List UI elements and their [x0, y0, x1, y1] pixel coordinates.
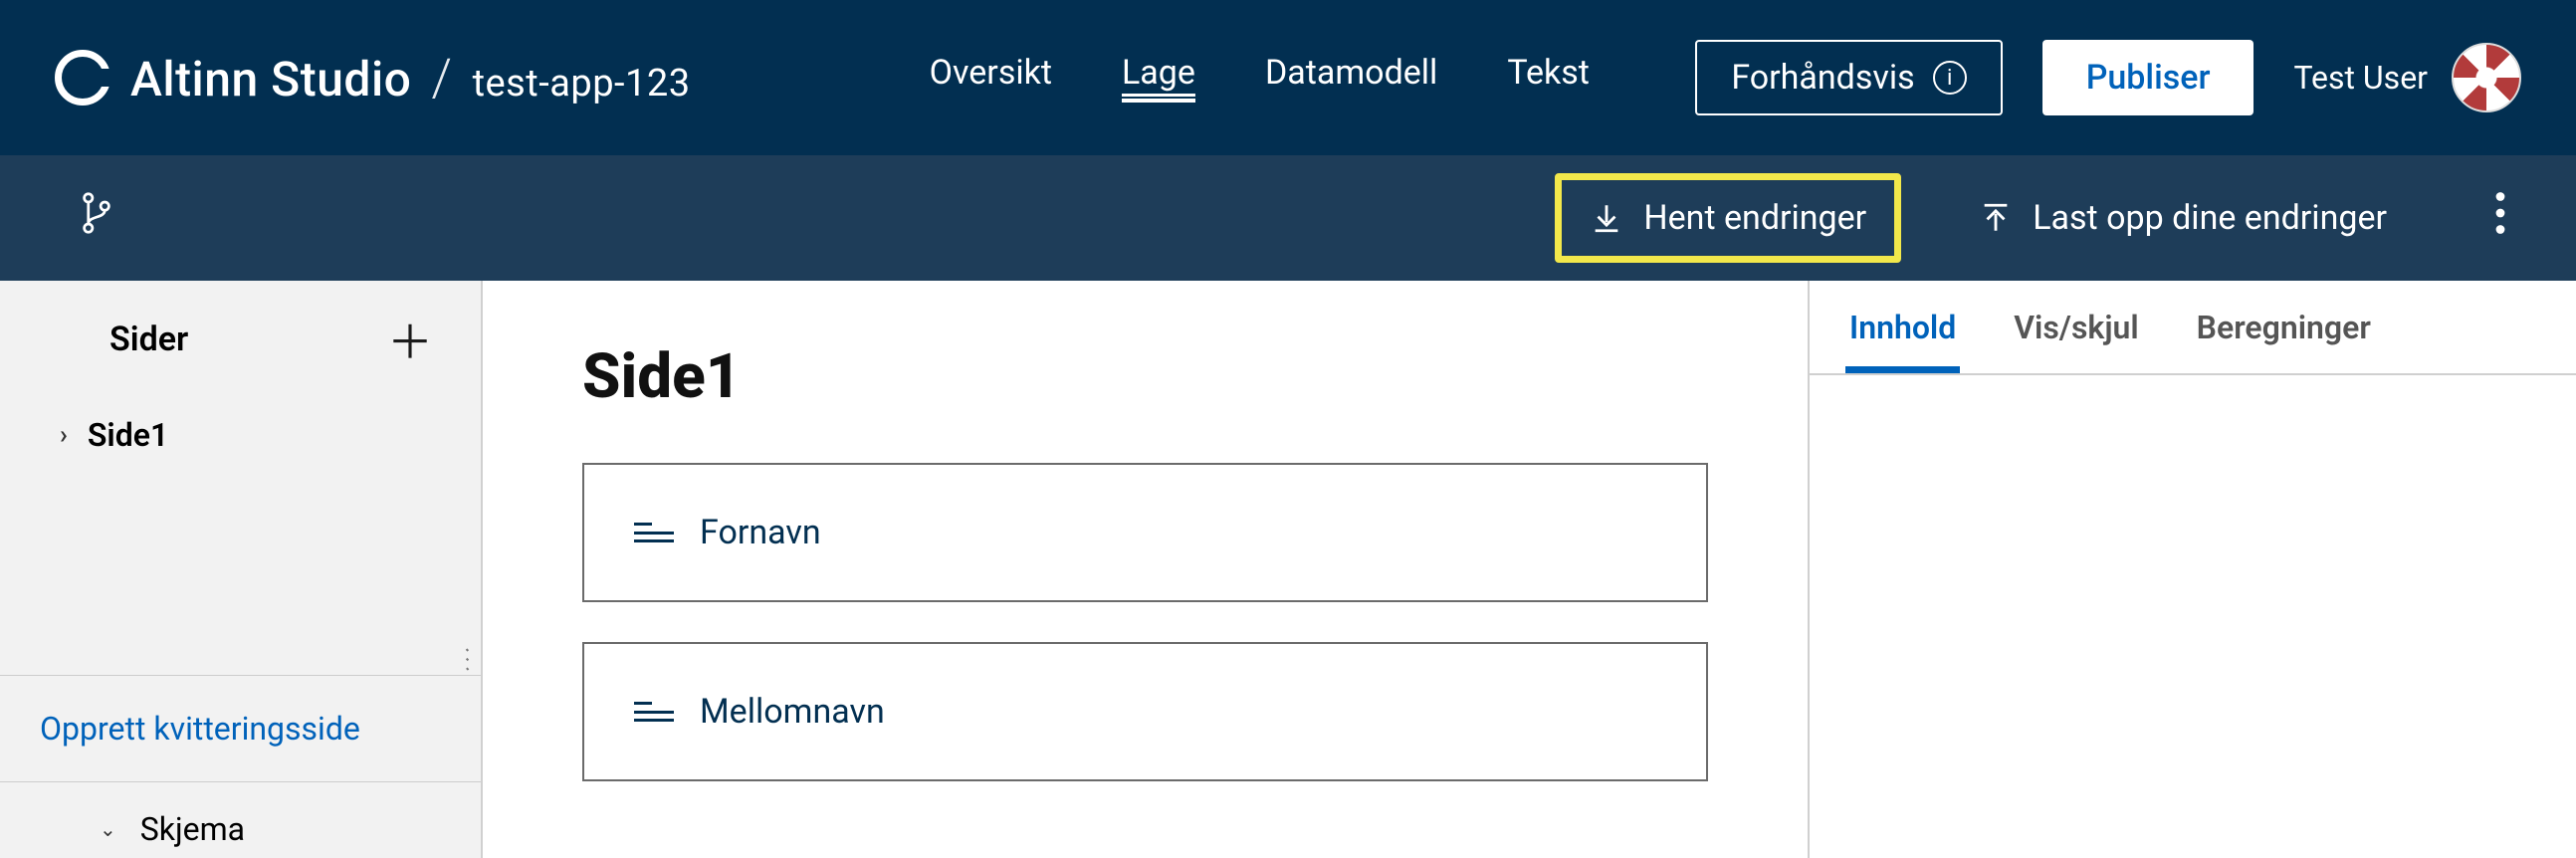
git-toolbar: Hent endringer Last opp dine endringer — [0, 155, 2576, 281]
fetch-changes-button[interactable]: Hent endringer — [1555, 173, 1901, 263]
altinn-logo-icon — [55, 50, 110, 106]
info-icon: i — [1933, 61, 1967, 95]
component-label: Fornavn — [700, 513, 821, 552]
create-receipt-page-link[interactable]: Opprett kvitteringsside — [0, 675, 481, 781]
properties-tabs: Innhold Vis/skjul Beregninger — [1810, 281, 2576, 375]
page-item-side1[interactable]: › Side1 — [0, 392, 481, 478]
form-canvas: Side1 Fornavn Mellomnavn — [483, 281, 1810, 858]
pages-sidebar: Sider ＋ › Side1 ⋰ Opprett kvitteringssid… — [0, 281, 483, 858]
add-page-button[interactable]: ＋ — [379, 307, 441, 372]
primary-nav: Oversikt Lage Datamodell Tekst — [930, 53, 1590, 103]
push-changes-button[interactable]: Last opp dine endringer — [1951, 180, 2415, 256]
top-header-right: Forhåndsvis i Publiser Test User — [1695, 40, 2521, 115]
brand-block: Altinn Studio / test-app-123 — [130, 48, 691, 108]
preview-button[interactable]: Forhåndsvis i — [1695, 40, 2002, 115]
nav-build[interactable]: Lage — [1122, 53, 1195, 103]
user-name: Test User — [2293, 60, 2428, 97]
page-title: Side1 — [582, 340, 1708, 413]
breadcrumb-separator: / — [431, 48, 452, 108]
fetch-label: Hent endringer — [1643, 198, 1866, 238]
nav-datamodel[interactable]: Datamodell — [1265, 53, 1437, 103]
chevron-right-icon: › — [60, 420, 68, 450]
user-block[interactable]: Test User — [2293, 43, 2521, 112]
nav-overview[interactable]: Oversikt — [930, 53, 1052, 103]
properties-panel: Innhold Vis/skjul Beregninger — [1810, 281, 2576, 858]
upload-icon — [1979, 201, 2013, 235]
pages-title: Sider — [109, 320, 188, 359]
download-icon — [1590, 201, 1623, 235]
resize-grip-icon: ⋰ — [451, 643, 482, 674]
tab-showhide[interactable]: Vis/skjul — [2010, 299, 2142, 373]
workspace: Sider ＋ › Side1 ⋰ Opprett kvitteringssid… — [0, 281, 2576, 858]
branch-icon[interactable] — [80, 191, 113, 245]
text-field-icon — [634, 519, 674, 546]
pages-header: Sider ＋ — [0, 281, 481, 392]
more-menu-button[interactable] — [2494, 191, 2506, 245]
top-header: Altinn Studio / test-app-123 Oversikt La… — [0, 0, 2576, 155]
component-mellomnavn[interactable]: Mellomnavn — [582, 642, 1708, 781]
component-label: Mellomnavn — [700, 692, 885, 732]
nav-text[interactable]: Tekst — [1507, 53, 1590, 103]
text-field-icon — [634, 698, 674, 726]
page-item-label: Side1 — [88, 416, 168, 454]
schema-label: Skjema — [140, 810, 245, 848]
component-fornavn[interactable]: Fornavn — [582, 463, 1708, 602]
schema-toggle[interactable]: ⌄ Skjema — [0, 781, 481, 858]
tab-calc[interactable]: Beregninger — [2193, 299, 2375, 373]
avatar[interactable] — [2452, 43, 2521, 112]
push-label: Last opp dine endringer — [2033, 198, 2387, 238]
brand-name: Altinn Studio — [130, 51, 411, 107]
preview-label: Forhåndsvis — [1731, 58, 1914, 98]
publish-button[interactable]: Publiser — [2042, 40, 2254, 115]
chevron-down-icon: ⌄ — [100, 817, 116, 841]
tab-content[interactable]: Innhold — [1845, 299, 1960, 373]
app-name[interactable]: test-app-123 — [473, 62, 691, 106]
